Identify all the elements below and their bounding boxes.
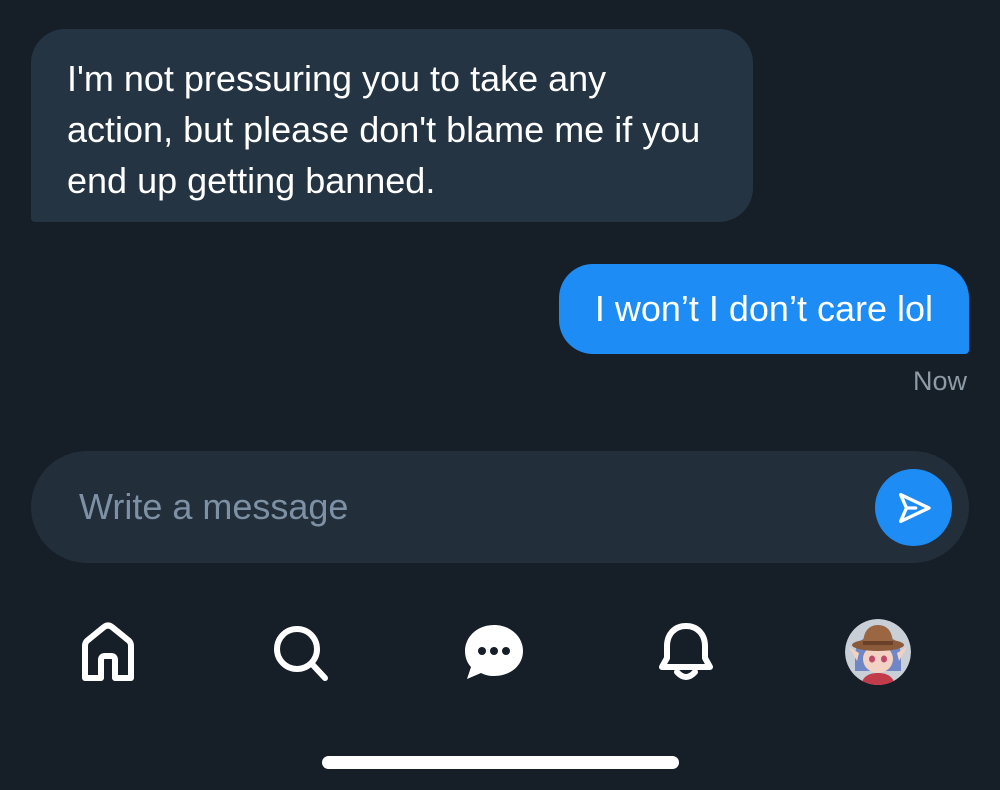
send-button[interactable] (875, 469, 952, 546)
bell-icon (659, 623, 713, 680)
sent-message-text: I won’t I don’t care lol (594, 288, 933, 329)
nav-messages-button[interactable] (460, 618, 528, 686)
messages-icon (465, 625, 523, 679)
chat-screen: I'm not pressuring you to take any actio… (0, 0, 1000, 790)
home-icon (82, 622, 134, 681)
nav-home-button[interactable] (74, 618, 142, 686)
search-icon (274, 626, 328, 681)
home-indicator[interactable] (322, 756, 679, 769)
nav-search-button[interactable] (266, 618, 334, 686)
message-timestamp: Now (912, 366, 967, 396)
profile-avatar[interactable] (845, 619, 911, 685)
message-composer (31, 451, 969, 563)
message-input[interactable] (79, 451, 859, 563)
nav-notifications-button[interactable] (652, 618, 720, 686)
send-icon (898, 492, 931, 523)
avatar-image (845, 619, 911, 685)
received-message-bubble: I'm not pressuring you to take any actio… (31, 29, 753, 222)
sent-message-bubble: I won’t I don’t care lol (558, 264, 969, 354)
received-message-text: I'm not pressuring you to take any actio… (67, 58, 701, 201)
